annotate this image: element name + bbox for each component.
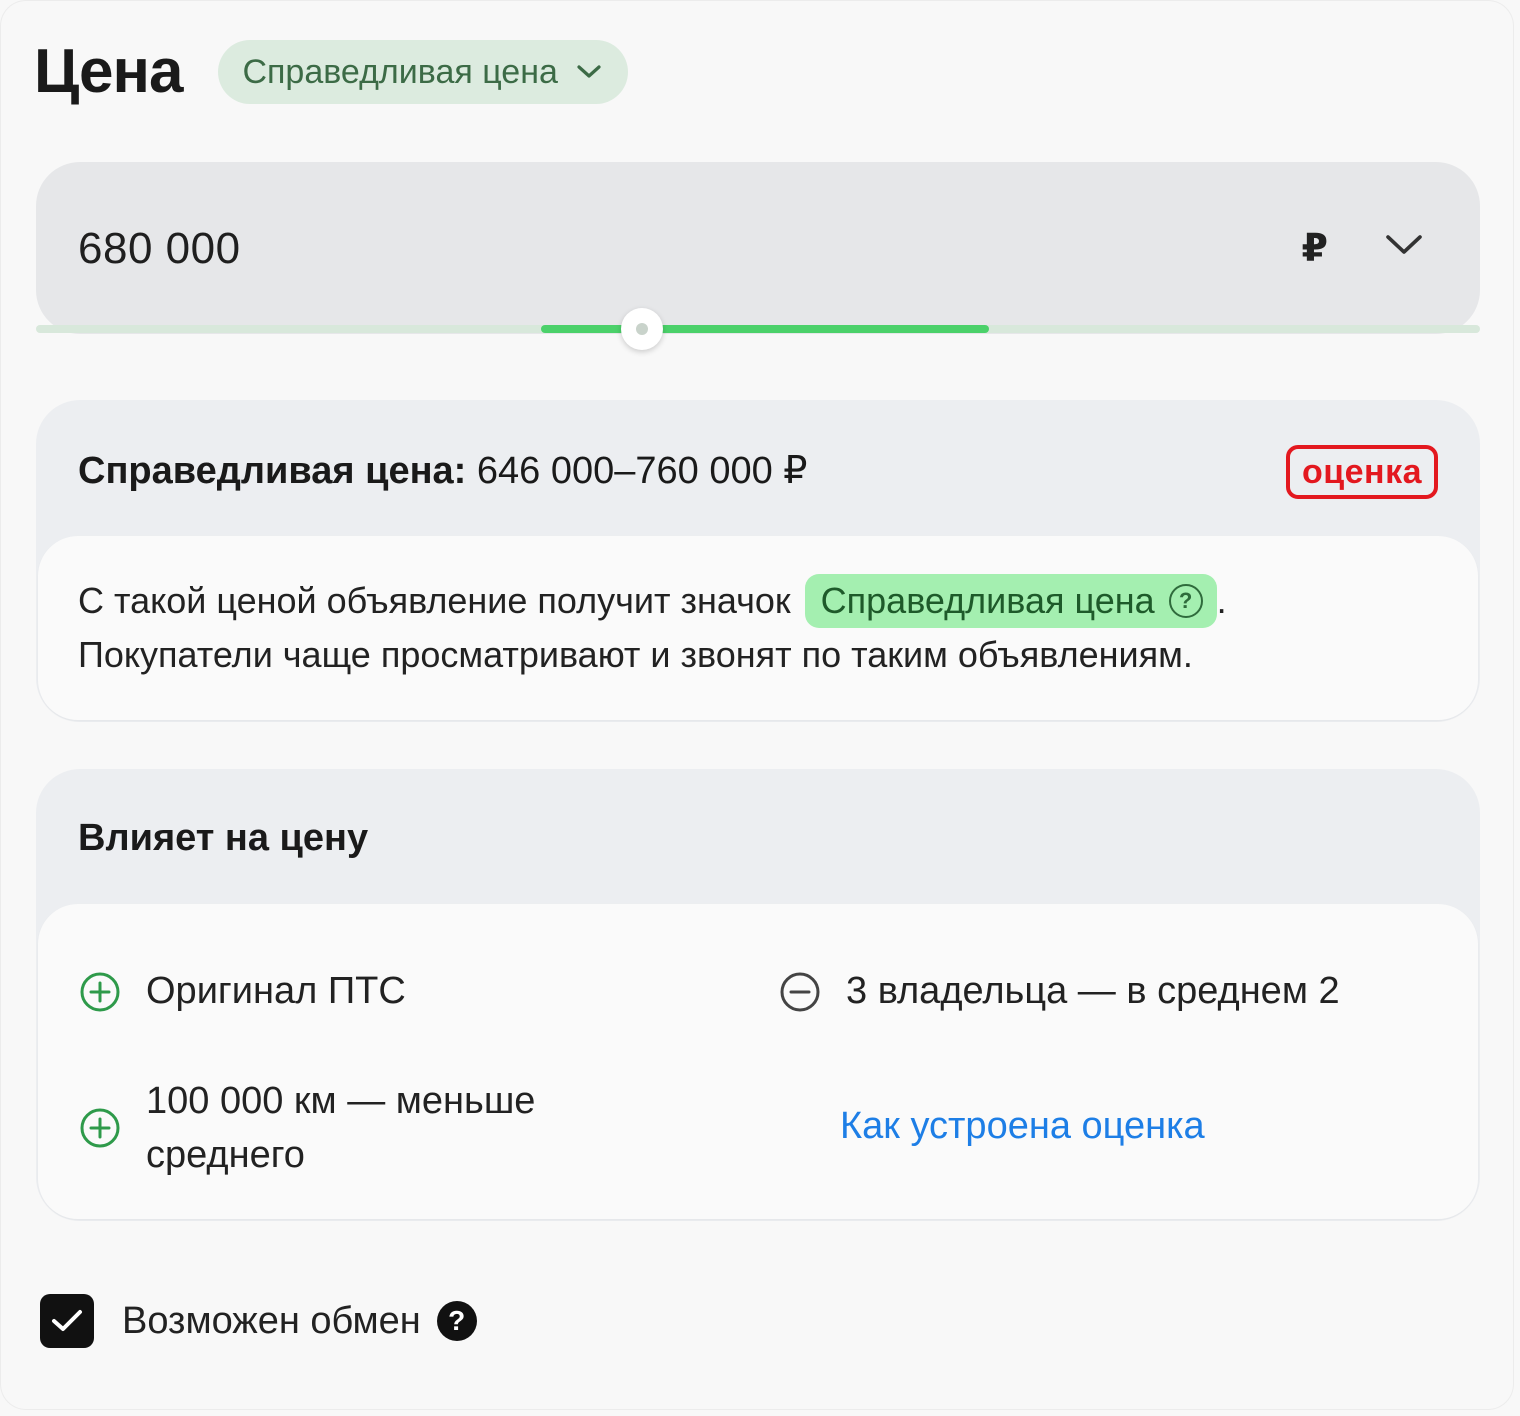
fair-price-text: С такой ценой объявление получит значок …	[78, 574, 1227, 682]
checkmark-icon	[52, 1310, 82, 1331]
plus-circle-icon	[80, 972, 120, 1011]
fair-price-chip[interactable]: Справедливая цена ?	[804, 574, 1217, 628]
fair-price-text-period: .	[1216, 580, 1227, 621]
price-factors-list: Оригинал ПТС 3 владельца — в среднем 2 1…	[38, 904, 1478, 1219]
exchange-label: Возможен обмен	[122, 1299, 421, 1342]
price-slider-track[interactable]	[36, 308, 1480, 350]
ocenka-logo: оценка	[1285, 445, 1438, 499]
price-value[interactable]: 680 000	[78, 224, 241, 274]
price-factors-card: Влияет на цену Оригинал ПТС 3 владельца …	[36, 769, 1480, 1221]
price-badge-label: Справедливая цена	[242, 52, 558, 91]
chevron-down-icon	[577, 65, 601, 78]
factor-label-line2: среднего	[146, 1134, 305, 1176]
factor-item: 3 владельца — в среднем 2	[780, 970, 1340, 1013]
exchange-option[interactable]: Возможен обмен ?	[40, 1294, 477, 1348]
price-slider-thumb[interactable]	[621, 308, 664, 350]
fair-price-range: 646 000–760 000 ₽	[476, 450, 808, 492]
fair-price-label: Справедливая цена:	[78, 450, 467, 492]
fair-price-info: С такой ценой объявление получит значок …	[38, 536, 1478, 720]
fair-price-text-line2: Покупатели чаще просматривают и звонят п…	[78, 634, 1193, 675]
currency-label: ₽	[1301, 228, 1328, 270]
price-factors-title: Влияет на цену	[78, 817, 369, 859]
exchange-checkbox[interactable]	[40, 1294, 94, 1348]
help-icon[interactable]: ?	[436, 1301, 477, 1341]
factor-label-line1: 100 000 км — меньше	[146, 1080, 536, 1122]
factor-item: Оригинал ПТС	[80, 970, 406, 1013]
page-title: Цена	[34, 37, 183, 106]
plus-circle-icon	[80, 1108, 120, 1148]
factor-label: 100 000 км — меньше среднего	[146, 1074, 535, 1182]
currency-chevron-down-icon[interactable]	[1384, 232, 1424, 258]
price-header: Цена Справедливая цена	[34, 40, 628, 104]
fair-price-card: Справедливая цена: 646 000–760 000 ₽ оце…	[36, 400, 1480, 722]
minus-circle-icon	[780, 972, 820, 1011]
fair-price-chip-label: Справедливая цена	[820, 580, 1155, 621]
price-input[interactable]: 680 000 ₽	[36, 162, 1480, 334]
factor-label: Оригинал ПТС	[146, 970, 406, 1012]
factor-label: 3 владельца — в среднем 2	[846, 970, 1340, 1012]
price-badge-dropdown[interactable]: Справедливая цена	[218, 40, 628, 104]
fair-price-range-fill	[541, 325, 990, 333]
question-icon[interactable]: ?	[1168, 584, 1203, 618]
fair-price-text-before: С такой ценой объявление получит значок	[78, 580, 791, 621]
factor-item: 100 000 км — меньше среднего	[80, 1074, 535, 1182]
how-estimate-works-link[interactable]: Как устроена оценка	[840, 1105, 1205, 1148]
price-panel: Цена Справедливая цена 680 000 ₽ Справед…	[0, 0, 1514, 1410]
fair-price-title: Справедливая цена: 646 000–760 000 ₽	[78, 448, 807, 493]
